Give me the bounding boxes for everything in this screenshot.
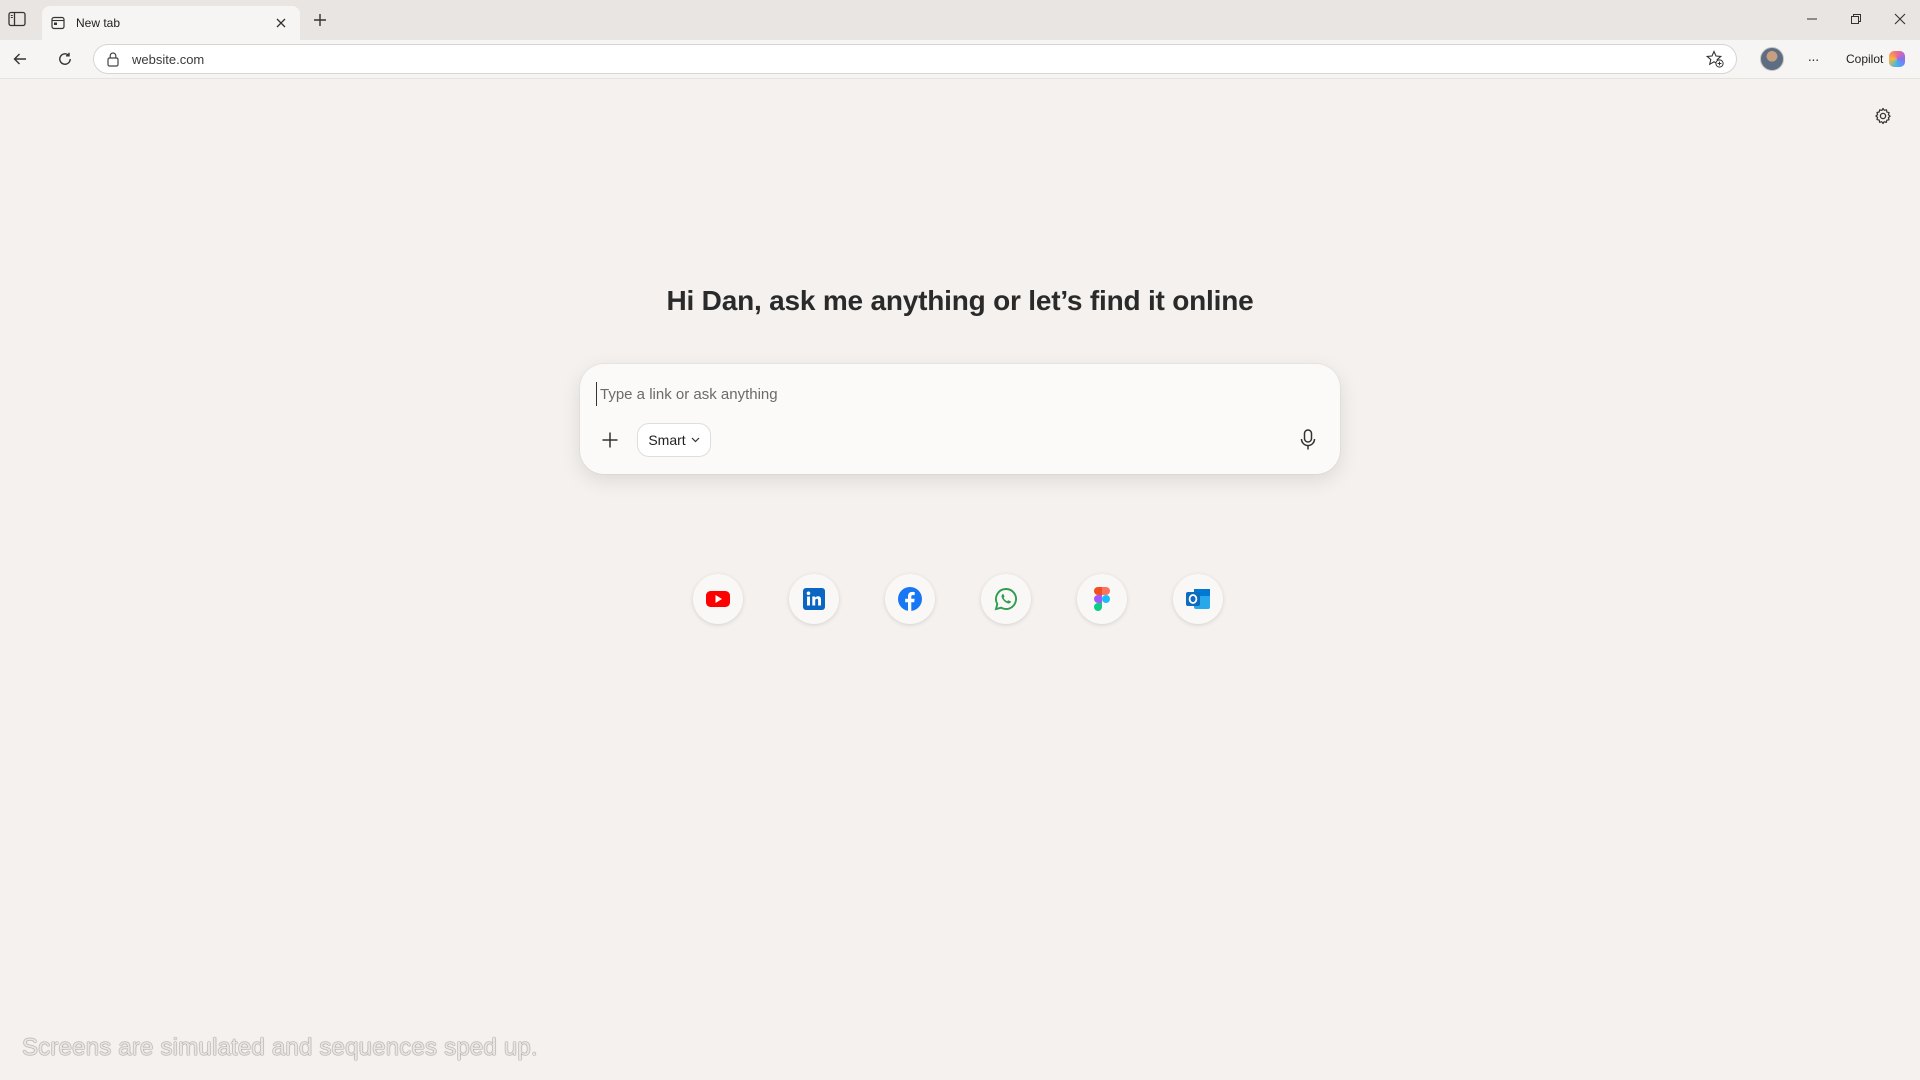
profile-avatar[interactable]	[1760, 47, 1784, 71]
quick-link-figma[interactable]	[1077, 574, 1127, 624]
youtube-icon	[706, 591, 730, 607]
greeting-heading: Hi Dan, ask me anything or let’s find it…	[666, 285, 1254, 316]
more-options-icon: ···	[1807, 51, 1820, 67]
simulation-disclaimer: Screens are simulated and sequences sped…	[22, 1034, 538, 1061]
add-favorite-icon[interactable]	[1706, 50, 1724, 68]
back-arrow-icon[interactable]	[6, 45, 34, 73]
title-bar: New tab	[0, 0, 1920, 40]
page-settings-button[interactable]	[1870, 103, 1896, 129]
microphone-icon	[1300, 429, 1316, 450]
chevron-down-icon	[691, 437, 700, 443]
tab-new-tab[interactable]: New tab	[42, 6, 300, 40]
figma-icon	[1094, 587, 1110, 611]
quick-link-linkedin[interactable]	[789, 574, 839, 624]
facebook-icon	[898, 587, 922, 611]
close-tab-icon[interactable]	[272, 14, 290, 32]
lock-icon[interactable]	[106, 51, 120, 67]
address-text[interactable]: website.com	[132, 52, 1706, 67]
restore-window-icon[interactable]	[1841, 6, 1871, 32]
quick-link-youtube[interactable]	[693, 574, 743, 624]
close-window-icon[interactable]	[1885, 6, 1915, 32]
copilot-label: Copilot	[1846, 52, 1884, 66]
browser-toolbar: website.com ··· Copilot	[0, 40, 1920, 79]
new-tab-page-icon	[50, 15, 66, 31]
refresh-icon[interactable]	[51, 45, 79, 73]
minimize-window-icon[interactable]	[1797, 6, 1827, 32]
more-options-button[interactable]: ···	[1799, 45, 1827, 73]
quick-link-whatsapp[interactable]	[981, 574, 1031, 624]
plus-icon	[602, 432, 618, 448]
outlook-icon	[1186, 589, 1210, 609]
linkedin-icon	[803, 588, 825, 610]
tab-title: New tab	[76, 16, 121, 30]
copilot-icon	[1889, 51, 1906, 67]
copilot-button[interactable]: Copilot	[1838, 44, 1914, 74]
quick-link-outlook[interactable]	[1173, 574, 1223, 624]
quick-link-facebook[interactable]	[885, 574, 935, 624]
address-bar[interactable]: website.com	[93, 44, 1737, 74]
ask-input[interactable]	[596, 382, 1302, 406]
ask-composer: Smart	[580, 364, 1340, 474]
voice-input-button[interactable]	[1293, 425, 1323, 455]
mode-dropdown[interactable]: Smart	[637, 423, 711, 457]
add-attachment-button[interactable]	[596, 426, 624, 454]
new-tab-button[interactable]	[308, 8, 332, 32]
sidebar-toggle-icon[interactable]	[4, 6, 30, 32]
whatsapp-icon	[994, 588, 1017, 611]
mode-label: Smart	[648, 432, 686, 448]
gear-icon	[1875, 107, 1891, 125]
